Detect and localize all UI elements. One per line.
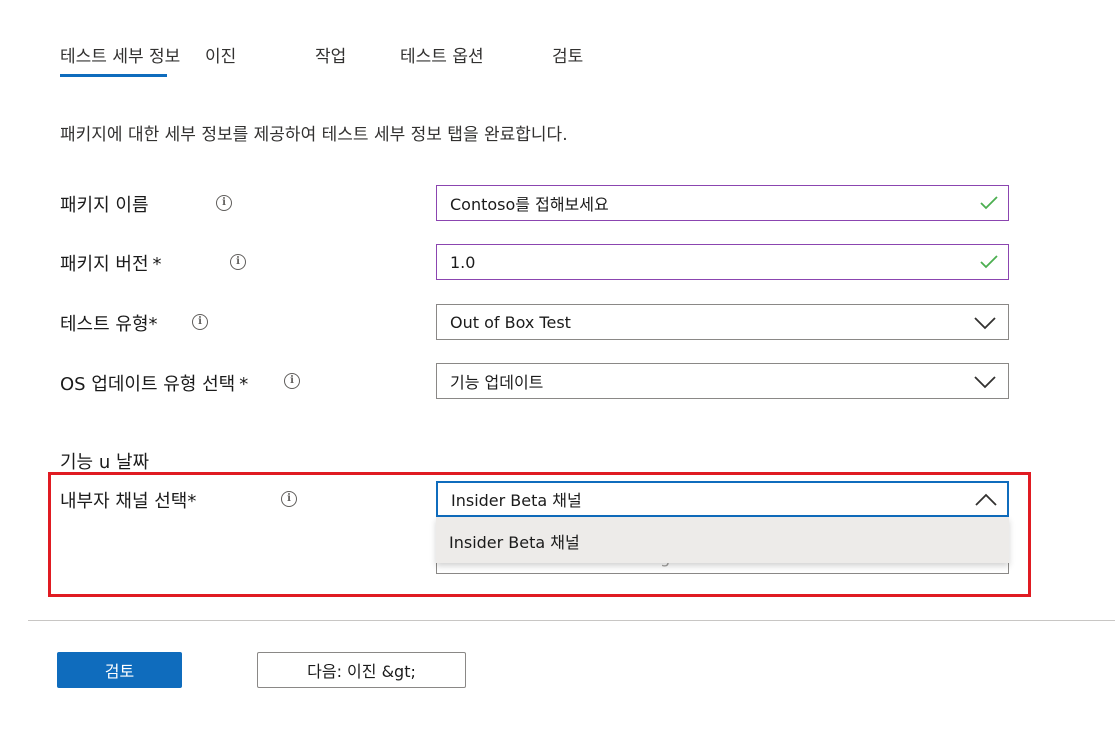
- package-name-value: Contoso를 접해보세요: [450, 195, 609, 214]
- tab-test-options[interactable]: 테스트 옵션: [400, 42, 484, 67]
- os-update-type-label: OS 업데이트 유형 선택 *: [60, 370, 248, 396]
- package-version-input[interactable]: 1.0: [436, 244, 1009, 280]
- footer-divider: [28, 620, 1115, 621]
- highlight-box: [48, 472, 1031, 597]
- package-name-input[interactable]: Contoso를 접해보세요: [436, 185, 1009, 221]
- intro-text: 패키지에 대한 세부 정보를 제공하여 테스트 세부 정보 탭을 완료합니다.: [60, 125, 568, 145]
- active-tab-indicator: [60, 74, 167, 77]
- package-version-label: 패키지 버전 *: [60, 250, 162, 276]
- chevron-down-icon: [974, 317, 996, 330]
- tab-tasks[interactable]: 작업: [315, 42, 346, 67]
- test-type-label: 테스트 유형*: [60, 310, 158, 336]
- info-icon[interactable]: i: [192, 314, 208, 330]
- info-icon[interactable]: i: [230, 254, 246, 270]
- test-type-value: Out of Box Test: [450, 312, 571, 332]
- tab-binary[interactable]: 이진: [205, 42, 236, 67]
- tab-review[interactable]: 검토: [552, 42, 583, 67]
- os-update-type-select[interactable]: 기능 업데이트: [436, 363, 1009, 399]
- test-type-select[interactable]: Out of Box Test: [436, 304, 1009, 340]
- package-version-label-text: 패키지 버전: [60, 254, 149, 275]
- chevron-down-icon: [974, 376, 996, 389]
- test-type-label-text: 테스트 유형*: [60, 314, 158, 335]
- info-icon[interactable]: i: [284, 373, 300, 389]
- check-icon: [980, 196, 998, 210]
- required-mark: *: [239, 374, 249, 395]
- os-update-type-label-text: OS 업데이트 유형 선택: [60, 374, 236, 395]
- info-icon[interactable]: i: [216, 195, 232, 211]
- required-mark: *: [152, 254, 162, 275]
- tab-test-details[interactable]: 테스트 세부 정보: [60, 42, 180, 67]
- package-name-label: 패키지 이름: [60, 191, 149, 217]
- check-icon: [980, 255, 998, 269]
- review-button[interactable]: 검토: [57, 652, 182, 688]
- next-button[interactable]: 다음: 이진 &gt;: [257, 652, 466, 688]
- package-name-label-text: 패키지 이름: [60, 195, 149, 216]
- package-version-value: 1.0: [450, 252, 476, 272]
- os-update-type-value: 기능 업데이트: [450, 373, 544, 392]
- feature-update-section-label: 기능 u 날짜: [60, 452, 150, 473]
